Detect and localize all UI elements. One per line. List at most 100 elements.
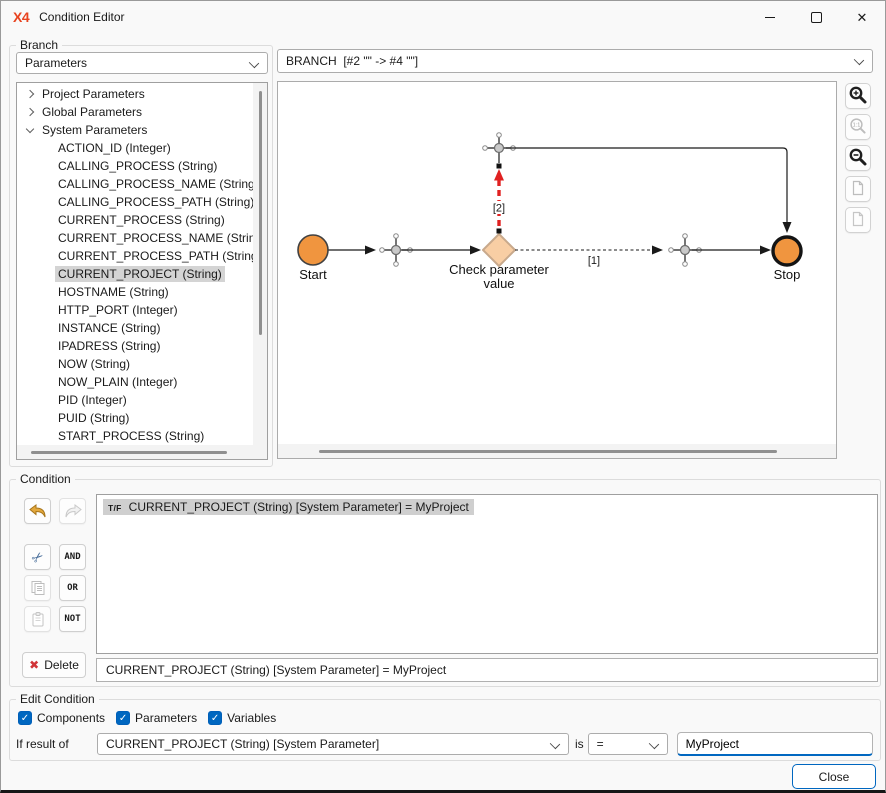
chevron-down-icon[interactable] bbox=[23, 122, 39, 138]
not-button[interactable]: NOT bbox=[59, 606, 86, 632]
tree-item-label: Global Parameters bbox=[39, 104, 145, 120]
tree-horizontal-scrollbar[interactable] bbox=[17, 445, 267, 459]
tree-item[interactable]: IPADRESS (String) bbox=[17, 337, 253, 355]
edge-start-to-connector[interactable] bbox=[328, 246, 376, 255]
or-button[interactable]: OR bbox=[59, 575, 86, 601]
condition-list[interactable]: T/FCURRENT_PROJECT (String) [System Para… bbox=[96, 494, 878, 654]
chevron-right-icon[interactable] bbox=[23, 86, 39, 102]
edge-branch-2-highlighted[interactable]: [2] bbox=[489, 148, 509, 234]
titlebar-close-button[interactable]: ✕ bbox=[839, 1, 885, 33]
decision-node-label-line2: value bbox=[483, 276, 514, 291]
zoom-actual-icon: 1:1 bbox=[849, 117, 867, 138]
tree-item[interactable]: START_PROCESS (String) bbox=[17, 427, 253, 445]
connector-2[interactable] bbox=[483, 133, 516, 153]
zoom-actual-button[interactable]: 1:1 bbox=[845, 114, 871, 140]
redo-button[interactable] bbox=[59, 498, 86, 524]
diagram-panel: Start Check parameter value [2] bbox=[277, 81, 837, 459]
tree-item[interactable]: NOW_PLAIN (Integer) bbox=[17, 373, 253, 391]
tree-item[interactable]: CALLING_PROCESS_PATH (String) bbox=[17, 193, 253, 211]
workflow-canvas[interactable]: Start Check parameter value [2] bbox=[278, 82, 836, 444]
tree-item-label: Project Parameters bbox=[39, 86, 148, 102]
operator-select[interactable]: = bbox=[588, 733, 668, 755]
stop-node[interactable] bbox=[773, 237, 801, 265]
paste-icon bbox=[30, 611, 46, 627]
edge-label-branch-1: [1] bbox=[588, 255, 600, 267]
tree-item-label: CALLING_PROCESS (String) bbox=[55, 158, 220, 174]
branch-select[interactable]: BRANCH [#2 "" -> #4 ""] bbox=[277, 49, 873, 73]
scrollbar-thumb[interactable] bbox=[259, 91, 262, 335]
tree-vertical-scrollbar[interactable] bbox=[253, 83, 267, 445]
tree-item[interactable]: CURRENT_PROCESS (String) bbox=[17, 211, 253, 229]
scrollbar-thumb[interactable] bbox=[31, 451, 227, 454]
close-button[interactable]: Close bbox=[792, 764, 876, 789]
true-false-icon: T/F bbox=[108, 503, 122, 513]
branch-group: Branch Parameters Project ParametersGlob… bbox=[9, 45, 273, 467]
new-page-icon bbox=[850, 211, 866, 230]
tree-item-label: START_PROCESS (String) bbox=[55, 428, 207, 444]
tree-item[interactable]: INSTANCE (String) bbox=[17, 319, 253, 337]
edge-label-branch-2: [2] bbox=[493, 203, 505, 215]
checkbox-checked-icon: ✓ bbox=[116, 711, 130, 725]
condition-item[interactable]: T/FCURRENT_PROJECT (String) [System Para… bbox=[103, 499, 474, 515]
delete-button[interactable]: ✖ Delete bbox=[22, 652, 86, 678]
scrollbar-thumb[interactable] bbox=[319, 450, 777, 453]
edge-connector-to-decision[interactable] bbox=[402, 246, 481, 255]
maximize-button[interactable] bbox=[793, 1, 839, 33]
parameter-category-select[interactable]: Parameters bbox=[16, 52, 268, 74]
edit-condition-group: Edit Condition ✓Components✓Parameters✓Va… bbox=[9, 699, 881, 761]
tree-item-label: NOW_PLAIN (Integer) bbox=[55, 374, 180, 390]
diagram-horizontal-scrollbar[interactable] bbox=[278, 444, 836, 458]
condition-summary: CURRENT_PROJECT (String) [System Paramet… bbox=[96, 658, 878, 682]
edit-condition-group-label: Edit Condition bbox=[16, 692, 99, 706]
branch-group-label: Branch bbox=[16, 38, 62, 52]
tree-item-label: HOSTNAME (String) bbox=[55, 284, 172, 300]
value-input[interactable] bbox=[677, 732, 873, 756]
edge-connector3-to-stop[interactable] bbox=[692, 246, 771, 255]
chevron-down-icon bbox=[550, 739, 560, 749]
zoom-in-button[interactable] bbox=[845, 83, 871, 109]
checkbox-row: ✓Components ✓Parameters ✓Variables bbox=[18, 711, 276, 725]
undo-button[interactable] bbox=[24, 498, 51, 524]
copy-button[interactable] bbox=[24, 575, 51, 601]
minimize-button[interactable] bbox=[747, 1, 793, 33]
tree-item[interactable]: ACTION_ID (Integer) bbox=[17, 139, 253, 157]
zoom-out-button[interactable] bbox=[845, 145, 871, 171]
tree-item[interactable]: CURRENT_PROJECT (String) bbox=[17, 265, 253, 283]
expression-select[interactable]: CURRENT_PROJECT (String) [System Paramet… bbox=[97, 733, 569, 755]
tree-item[interactable]: PID (Integer) bbox=[17, 391, 253, 409]
condition-group: Condition ✂ AND OR NOT ✖ Delete T/FCURRE… bbox=[9, 479, 881, 687]
tree-item-label: ACTION_ID (Integer) bbox=[55, 140, 174, 156]
tree-item-label: CURRENT_PROCESS_PATH (String) bbox=[55, 248, 253, 264]
checkbox-parameters[interactable]: ✓Parameters bbox=[116, 711, 197, 725]
tree-item-label: CALLING_PROCESS_PATH (String) bbox=[55, 194, 253, 210]
copy-icon bbox=[30, 580, 46, 596]
checkbox-components[interactable]: ✓Components bbox=[18, 711, 105, 725]
tree-item[interactable]: CALLING_PROCESS_NAME (String) bbox=[17, 175, 253, 193]
tree-item[interactable]: CALLING_PROCESS (String) bbox=[17, 157, 253, 175]
fit-page-icon bbox=[850, 180, 866, 199]
tree-item[interactable]: HOSTNAME (String) bbox=[17, 283, 253, 301]
tree-item[interactable]: NOW (String) bbox=[17, 355, 253, 373]
tree-item[interactable]: Global Parameters bbox=[17, 103, 253, 121]
tree-item-label: PUID (String) bbox=[55, 410, 132, 426]
checkbox-variables[interactable]: ✓Variables bbox=[208, 711, 276, 725]
diagram-toolbar: 1:1 bbox=[845, 83, 873, 238]
delete-button-label: Delete bbox=[44, 658, 79, 672]
new-page-button[interactable] bbox=[845, 207, 871, 233]
tree-item[interactable]: Project Parameters bbox=[17, 85, 253, 103]
and-button[interactable]: AND bbox=[59, 544, 86, 570]
edge-connector2-to-stop[interactable] bbox=[506, 148, 792, 233]
tree-item[interactable]: HTTP_PORT (Integer) bbox=[17, 301, 253, 319]
tree-item[interactable]: System Parameters bbox=[17, 121, 253, 139]
fit-page-button[interactable] bbox=[845, 176, 871, 202]
paste-button[interactable] bbox=[24, 606, 51, 632]
chevron-right-icon[interactable] bbox=[23, 104, 39, 120]
cut-button[interactable]: ✂ bbox=[24, 544, 51, 570]
redo-icon bbox=[64, 504, 82, 518]
tree-item[interactable]: CURRENT_PROCESS_NAME (String) bbox=[17, 229, 253, 247]
tree-item[interactable]: CURRENT_PROCESS_PATH (String) bbox=[17, 247, 253, 265]
minimize-icon bbox=[765, 17, 775, 18]
chevron-down-icon bbox=[854, 55, 864, 65]
start-node[interactable] bbox=[298, 235, 328, 265]
tree-item[interactable]: PUID (String) bbox=[17, 409, 253, 427]
